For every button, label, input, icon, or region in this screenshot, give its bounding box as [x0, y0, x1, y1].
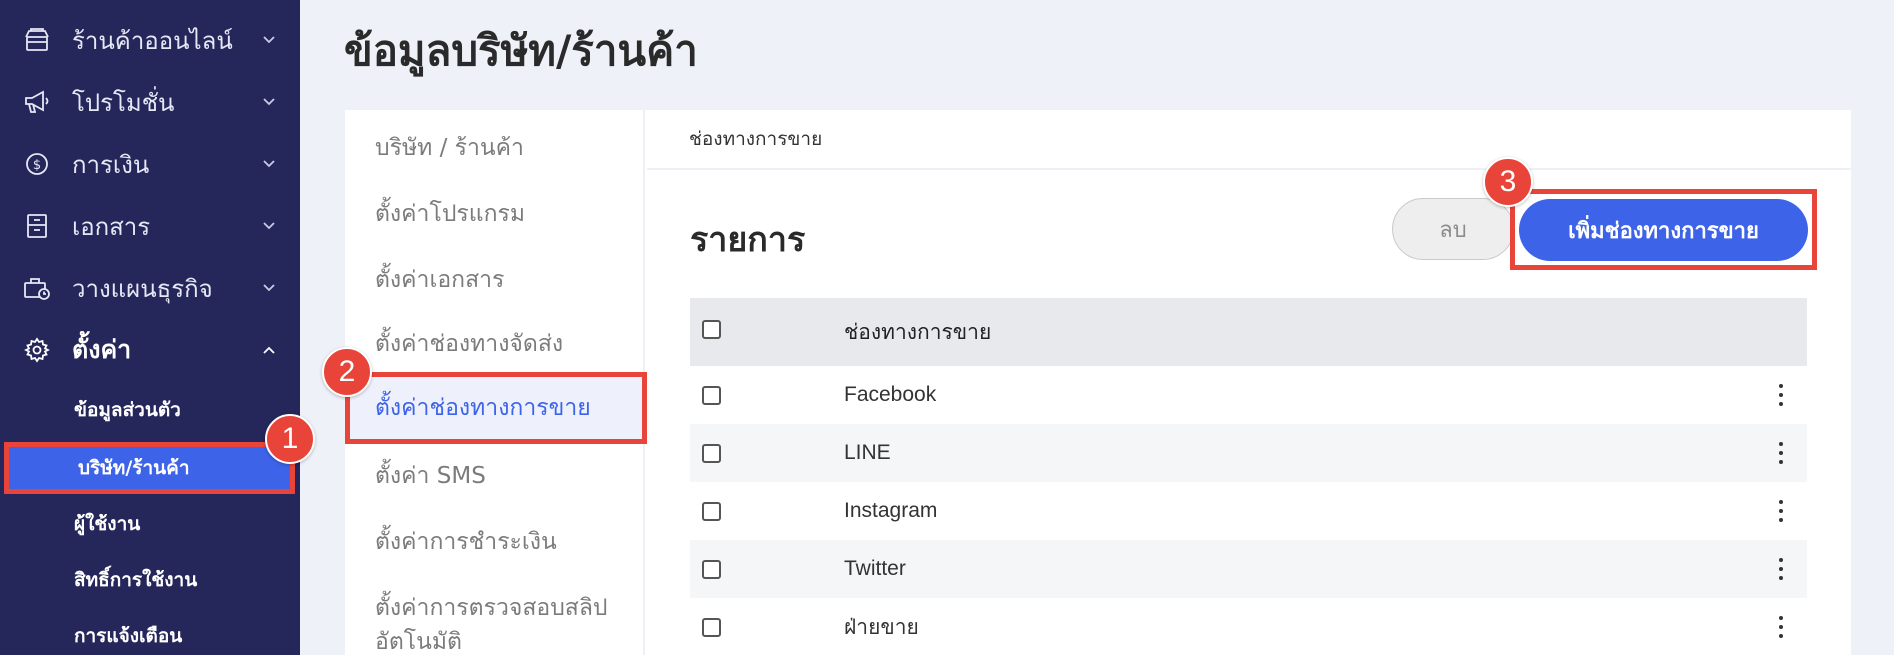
sidebar-subitem-permissions[interactable]: สิทธิ์การใช้งาน	[0, 552, 300, 608]
more-vertical-icon[interactable]	[1776, 616, 1786, 638]
document-icon	[22, 211, 52, 241]
chevron-down-icon	[262, 219, 276, 233]
settings-menu-shipping[interactable]: ตั้งค่าช่องทางจัดส่ง	[375, 326, 563, 362]
chevron-down-icon	[262, 95, 276, 109]
sidebar-item-label: เอกสาร	[72, 212, 151, 241]
sidebar-subitem-notifications[interactable]: การแจ้งเตือน	[0, 608, 300, 655]
settings-menu-slip-check[interactable]: ตั้งค่าการตรวจสอบสลิป	[375, 590, 608, 626]
settings-card: บริษัท / ร้านค้า ตั้งค่าโปรแกรม ตั้งค่าเ…	[345, 110, 1851, 655]
more-vertical-icon[interactable]	[1776, 500, 1786, 522]
add-sales-channel-button[interactable]: เพิ่มช่องทางการขาย	[1519, 199, 1808, 261]
sidebar-subitem-users[interactable]: ผู้ใช้งาน	[0, 496, 300, 552]
step-badge-2: 2	[322, 347, 372, 397]
settings-menu-sales-channel[interactable]: ตั้งค่าช่องทางการขาย	[345, 372, 647, 444]
sidebar-subitem-label: ผู้ใช้งาน	[74, 513, 141, 535]
channel-name: LINE	[844, 441, 891, 464]
gear-icon	[22, 335, 52, 365]
sidebar-item-label: การเงิน	[72, 150, 150, 179]
svg-text:$: $	[33, 158, 41, 173]
chevron-up-icon	[262, 343, 276, 357]
more-vertical-icon[interactable]	[1776, 442, 1786, 464]
sidebar: ร้านค้าออนไลน์ โปรโมชั่น $ การเงิน เอกสา…	[0, 0, 300, 655]
settings-menu: บริษัท / ร้านค้า ตั้งค่าโปรแกรม ตั้งค่าเ…	[345, 110, 647, 655]
settings-menu-sms[interactable]: ตั้งค่า SMS	[375, 458, 486, 494]
sidebar-item-label: ร้านค้าออนไลน์	[72, 26, 233, 55]
dollar-icon: $	[22, 149, 52, 179]
sidebar-item-documents[interactable]: เอกสาร	[0, 196, 300, 256]
table-row: LINE	[690, 424, 1807, 482]
sidebar-subitem-personal-info[interactable]: ข้อมูลส่วนตัว	[0, 382, 300, 438]
step-badge-3: 3	[1483, 157, 1533, 207]
table-header: ช่องทางการขาย	[690, 298, 1807, 366]
sidebar-subitem-label: ข้อมูลส่วนตัว	[74, 399, 181, 421]
chevron-down-icon	[262, 157, 276, 171]
chevron-down-icon	[262, 33, 276, 47]
section-title: รายการ	[690, 220, 806, 260]
sidebar-subitem-company-store[interactable]: บริษัท/ร้านค้า	[4, 442, 295, 494]
megaphone-icon	[22, 87, 52, 117]
sidebar-item-settings[interactable]: ตั้งค่า	[0, 320, 300, 380]
row-checkbox[interactable]	[702, 385, 721, 405]
column-header-sales-channel: ช่องทางการขาย	[844, 319, 992, 344]
table-row: Facebook	[690, 366, 1807, 424]
channel-name: Twitter	[844, 557, 906, 580]
sidebar-subitem-label: การแจ้งเตือน	[74, 625, 183, 647]
table-row: ฝ่ายขาย	[690, 598, 1807, 655]
channel-name: Facebook	[844, 383, 937, 406]
settings-menu-slip-check-line2[interactable]: อัตโนมัติ	[375, 624, 462, 655]
table-row: Instagram	[690, 482, 1807, 540]
row-checkbox[interactable]	[702, 617, 721, 637]
content-header: ช่องทางการขาย	[647, 110, 1851, 170]
sidebar-item-finance[interactable]: $ การเงิน	[0, 134, 300, 194]
sidebar-item-label: วางแผนธุรกิจ	[72, 274, 213, 303]
briefcase-icon	[22, 273, 52, 303]
settings-menu-documents[interactable]: ตั้งค่าเอกสาร	[375, 262, 504, 298]
step-badge-1: 1	[265, 414, 315, 464]
page-title: ข้อมูลบริษัท/ร้านค้า	[344, 26, 698, 75]
sidebar-item-business-plan[interactable]: วางแผนธุรกิจ	[0, 258, 300, 318]
channel-name: ฝ่ายขาย	[844, 615, 919, 639]
more-vertical-icon[interactable]	[1776, 384, 1786, 406]
delete-button[interactable]: ลบ	[1392, 198, 1514, 260]
sales-channel-table: ช่องทางการขาย Facebook LINE Instagram Tw…	[690, 298, 1807, 655]
settings-menu-payment[interactable]: ตั้งค่าการชำระเงิน	[375, 524, 557, 560]
add-button-highlight: เพิ่มช่องทางการขาย	[1510, 189, 1817, 270]
row-checkbox[interactable]	[702, 559, 721, 579]
sidebar-item-promotion[interactable]: โปรโมชั่น	[0, 72, 300, 132]
sidebar-item-online-store[interactable]: ร้านค้าออนไลน์	[0, 10, 300, 70]
store-icon	[22, 25, 52, 55]
sidebar-subitem-label: สิทธิ์การใช้งาน	[74, 569, 198, 591]
settings-menu-program[interactable]: ตั้งค่าโปรแกรม	[375, 196, 525, 232]
row-checkbox[interactable]	[702, 443, 721, 463]
settings-menu-company[interactable]: บริษัท / ร้านค้า	[375, 130, 524, 166]
channel-name: Instagram	[844, 499, 938, 522]
select-all-checkbox[interactable]	[702, 320, 721, 339]
row-checkbox[interactable]	[702, 501, 721, 521]
sidebar-item-label: โปรโมชั่น	[72, 88, 175, 117]
sidebar-subitem-label: บริษัท/ร้านค้า	[78, 457, 190, 479]
settings-menu-label: ตั้งค่าช่องทางการขาย	[375, 395, 591, 421]
chevron-down-icon	[262, 281, 276, 295]
more-vertical-icon[interactable]	[1776, 558, 1786, 580]
sidebar-item-label: ตั้งค่า	[72, 335, 132, 364]
table-row: Twitter	[690, 540, 1807, 598]
